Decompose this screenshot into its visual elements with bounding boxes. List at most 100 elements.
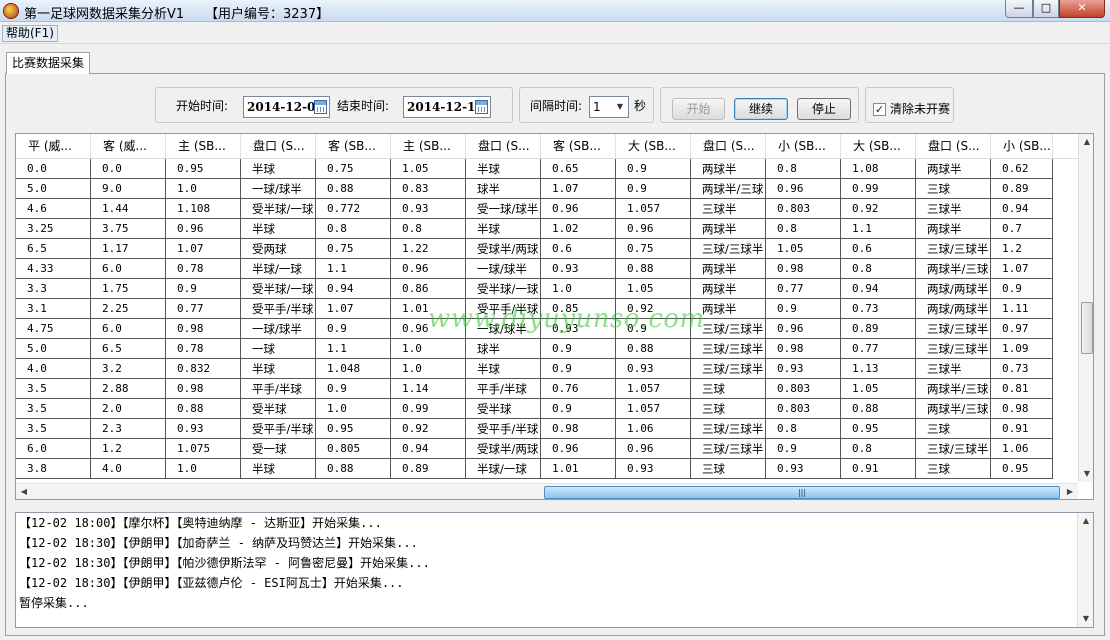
table-cell: 半球 <box>241 459 316 479</box>
table-row[interactable]: 3.25 3.75 0.96 半球 0.8 0.8 半球 1.02 0.96 两球半 0.8 1.1 两… <box>16 219 1078 239</box>
table-cell: 0.89 <box>991 179 1053 199</box>
start-button[interactable]: 开始 <box>672 98 725 120</box>
table-cell: 两球半/三球 <box>916 259 991 279</box>
table-row[interactable]: 3.5 2.3 0.93 受平手/半球 0.95 0.92 受平手/半球 0.98 1.06 三球… <box>16 419 1078 439</box>
table-row[interactable]: 4.6 1.44 1.108 受半球/一球 0.772 0.93 受一球/球半 0.96 1.0… <box>16 199 1078 219</box>
table-cell: 0.93 <box>541 259 616 279</box>
column-header[interactable]: 主 (SB... <box>391 134 466 159</box>
table-cell: 3.5 <box>16 399 91 419</box>
table-row[interactable]: 3.8 4.0 1.0 半球 0.88 0.89 半球/一球 1.01 0.93 三球 0.93 0.… <box>16 459 1078 479</box>
column-header[interactable]: 小 (SB... <box>766 134 841 159</box>
table-row[interactable]: 4.0 3.2 0.832 半球 1.048 1.0 半球 0.9 0.93 三球/三球半 0.93… <box>16 359 1078 379</box>
table-cell: 0.93 <box>391 199 466 219</box>
table-cell: 2.0 <box>91 399 166 419</box>
vertical-scroll-thumb[interactable] <box>1081 302 1093 354</box>
log-scrollbar[interactable]: ▲ ▼ <box>1077 513 1093 627</box>
table-row[interactable]: 3.1 2.25 0.77 受平手/半球 1.07 1.01 受平手/半球 0.85 0.92 两… <box>16 299 1078 319</box>
column-header[interactable]: 盘口 (S... <box>691 134 766 159</box>
table-cell: 0.96 <box>766 179 841 199</box>
table-cell: 三球/三球半 <box>691 439 766 459</box>
table-cell: 0.99 <box>841 179 916 199</box>
scroll-left-icon[interactable]: ◀ <box>16 484 32 499</box>
odds-data-grid[interactable]: 平 (威... 客 (威... 主 (SB... 盘口 (S... 客 (SB... 主 … <box>15 133 1094 500</box>
table-cell: 三球 <box>691 379 766 399</box>
table-cell: 0.89 <box>841 319 916 339</box>
table-row[interactable]: 6.5 1.17 1.07 受两球 0.75 1.22 受球半/两球 0.6 0.75 三球/三球… <box>16 239 1078 259</box>
table-cell: 0.9 <box>541 399 616 419</box>
scroll-down-icon[interactable]: ▼ <box>1079 466 1093 482</box>
menu-help[interactable]: 帮助(F1) <box>2 25 58 42</box>
table-cell: 0.0 <box>16 159 91 179</box>
column-header[interactable]: 主 (SB... <box>166 134 241 159</box>
table-cell: 受一球 <box>241 439 316 459</box>
column-header[interactable]: 客 (威... <box>91 134 166 159</box>
table-cell: 2.25 <box>91 299 166 319</box>
chevron-down-icon[interactable]: ▼ <box>613 98 627 116</box>
start-date-picker[interactable]: 2014-12-01 <box>243 96 330 118</box>
continue-button[interactable]: 继续 <box>734 98 788 120</box>
maximize-button[interactable]: □ <box>1033 0 1059 18</box>
table-cell: 1.057 <box>616 399 691 419</box>
table-cell: 1.0 <box>316 399 391 419</box>
table-cell: 3.2 <box>91 359 166 379</box>
column-header[interactable]: 平 (威... <box>16 134 91 159</box>
clear-unstarted-checkbox[interactable]: ✓ <box>873 103 886 116</box>
table-cell: 0.75 <box>616 239 691 259</box>
table-row[interactable]: 3.3 1.75 0.9 受半球/一球 0.94 0.86 受半球/一球 1.0 1.05 两球半… <box>16 279 1078 299</box>
scroll-right-icon[interactable]: ▶ <box>1062 484 1078 499</box>
menu-bar: 帮助(F1) <box>0 23 1110 44</box>
log-line: 【12-02 18:30】【伊朗甲】【亚兹德卢伦 - ESI阿瓦士】开始采集..… <box>19 576 404 590</box>
table-cell: 两球半 <box>691 279 766 299</box>
scroll-down-icon[interactable]: ▼ <box>1078 611 1093 627</box>
table-row[interactable]: 4.33 6.0 0.78 半球/一球 1.1 0.96 一球/球半 0.93 0.88 两球半 0… <box>16 259 1078 279</box>
column-header[interactable]: 小 (SB... <box>991 134 1053 159</box>
stop-button[interactable]: 停止 <box>797 98 851 120</box>
close-button[interactable]: ✕ <box>1059 0 1105 18</box>
table-row[interactable]: 3.5 2.88 0.98 平手/半球 0.9 1.14 平手/半球 0.76 1.057 三球 0… <box>16 379 1078 399</box>
table-row[interactable]: 0.0 0.0 0.95 半球 0.75 1.05 半球 0.65 0.9 两球半 0.8 1.08 两… <box>16 159 1078 179</box>
column-header[interactable]: 大 (SB... <box>616 134 691 159</box>
end-date-picker[interactable]: 2014-12-15 <box>403 96 491 118</box>
column-header[interactable]: 客 (SB... <box>316 134 391 159</box>
interval-unit: 秒 <box>634 99 647 113</box>
table-cell: 1.01 <box>541 459 616 479</box>
table-row[interactable]: 6.0 1.2 1.075 受一球 0.805 0.94 受球半/两球 0.96 0.96 三球/… <box>16 439 1078 459</box>
column-header[interactable]: 客 (SB... <box>541 134 616 159</box>
column-header[interactable]: 盘口 (S... <box>466 134 541 159</box>
log-output[interactable]: 【12-02 18:00】【摩尔杯】【奥特迪纳摩 - 达斯亚】开始采集... 【… <box>15 512 1094 628</box>
column-header[interactable]: 大 (SB... <box>841 134 916 159</box>
table-row[interactable]: 4.75 6.0 0.98 一球/球半 0.9 0.96 一球/球半 0.93 0.9 三球/三球… <box>16 319 1078 339</box>
interval-value: 1 <box>593 100 601 114</box>
column-header[interactable]: 盘口 (S... <box>241 134 316 159</box>
table-cell: 1.0 <box>391 359 466 379</box>
table-cell: 0.73 <box>841 299 916 319</box>
scroll-up-icon[interactable]: ▲ <box>1078 513 1093 529</box>
calendar-icon[interactable] <box>314 100 327 114</box>
table-cell: 1.05 <box>391 159 466 179</box>
minimize-button[interactable]: — <box>1005 0 1033 18</box>
vertical-scrollbar[interactable]: ▲ ▼ <box>1078 134 1093 482</box>
table-cell: 1.075 <box>166 439 241 459</box>
interval-label: 间隔时间: <box>530 99 583 113</box>
table-cell: 三球 <box>691 459 766 479</box>
scroll-up-icon[interactable]: ▲ <box>1079 134 1093 150</box>
start-date-value: 2014-12-01 <box>247 100 324 114</box>
table-cell: 1.75 <box>91 279 166 299</box>
column-header[interactable]: 盘口 (S... <box>916 134 991 159</box>
table-cell: 三球/三球半 <box>916 239 991 259</box>
table-cell: 0.8 <box>316 219 391 239</box>
horizontal-scrollbar[interactable]: ◀ ||| ▶ <box>16 483 1078 499</box>
table-cell: 1.09 <box>991 339 1053 359</box>
table-row[interactable]: 5.0 9.0 1.0 一球/球半 0.88 0.83 球半 1.07 0.9 两球半/三球 0.9… <box>16 179 1078 199</box>
horizontal-scroll-thumb[interactable]: ||| <box>544 486 1060 499</box>
table-cell: 0.96 <box>391 319 466 339</box>
table-cell: 3.25 <box>16 219 91 239</box>
table-cell: 三球 <box>916 179 991 199</box>
table-row[interactable]: 5.0 6.5 0.78 一球 1.1 1.0 球半 0.9 0.88 三球/三球半 0.98 0.7… <box>16 339 1078 359</box>
table-cell: 0.803 <box>766 399 841 419</box>
tab-match-data-collection[interactable]: 比赛数据采集 <box>6 52 90 74</box>
table-row[interactable]: 3.5 2.0 0.88 受半球 1.0 0.99 受半球 0.9 1.057 三球 0.803 0.… <box>16 399 1078 419</box>
calendar-icon[interactable] <box>475 100 488 114</box>
interval-select[interactable]: 1 ▼ <box>589 96 629 118</box>
table-cell: 受平手/半球 <box>241 419 316 439</box>
